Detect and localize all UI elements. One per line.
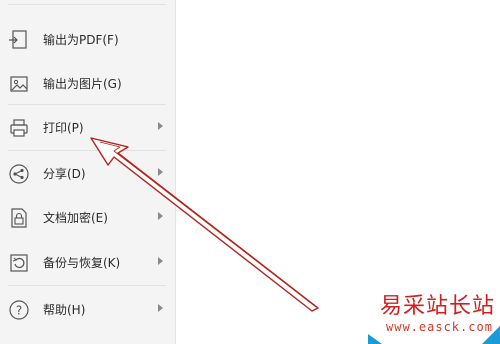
menu-item-label: 输出为图片(G) bbox=[43, 77, 122, 91]
menu-item-label: 打印(P) bbox=[43, 121, 84, 135]
file-menu-panel: 输出为PDF(F) 输出为图片(G) 打印(P) 分享(D) 文档加密(E) 备… bbox=[0, 0, 176, 344]
site-watermark: 易采站长站 www.easck.com bbox=[360, 286, 500, 344]
menu-item-label: 备份与恢复(K) bbox=[43, 256, 121, 270]
menu-item-export-pdf[interactable]: 输出为PDF(F) bbox=[0, 20, 175, 60]
menu-item-label: 输出为PDF(F) bbox=[43, 33, 119, 47]
menu-divider bbox=[8, 4, 166, 5]
printer-icon bbox=[8, 117, 30, 139]
menu-item-document-encrypt[interactable]: 文档加密(E) bbox=[0, 198, 175, 238]
chevron-right-icon bbox=[158, 304, 163, 312]
menu-item-export-image[interactable]: 输出为图片(G) bbox=[0, 64, 175, 104]
watermark-url: www.easck.com bbox=[386, 320, 493, 334]
document-encrypt-icon bbox=[8, 207, 30, 229]
watermark-corner-shape bbox=[482, 326, 500, 344]
chevron-right-icon bbox=[158, 168, 163, 176]
watermark-title: 易采站长站 bbox=[380, 294, 496, 319]
menu-item-share[interactable]: 分享(D) bbox=[0, 154, 175, 194]
export-image-icon bbox=[8, 73, 30, 95]
export-pdf-icon bbox=[8, 29, 30, 51]
backup-restore-icon bbox=[8, 252, 30, 274]
menu-item-help[interactable]: ? 帮助(H) bbox=[0, 290, 175, 330]
menu-divider bbox=[8, 150, 166, 151]
watermark-corner-shape bbox=[368, 334, 382, 344]
chevron-right-icon bbox=[158, 122, 163, 130]
share-icon bbox=[8, 163, 30, 185]
menu-divider bbox=[8, 104, 166, 105]
menu-item-label: 帮助(H) bbox=[43, 303, 86, 317]
menu-item-backup-restore[interactable]: 备份与恢复(K) bbox=[0, 243, 175, 283]
menu-item-label: 文档加密(E) bbox=[43, 211, 108, 225]
menu-divider bbox=[8, 285, 166, 286]
chevron-right-icon bbox=[158, 212, 163, 220]
chevron-right-icon bbox=[158, 257, 163, 265]
svg-text:?: ? bbox=[16, 304, 22, 318]
help-icon: ? bbox=[8, 299, 30, 321]
menu-item-label: 分享(D) bbox=[43, 167, 86, 181]
menu-item-print[interactable]: 打印(P) bbox=[0, 108, 175, 148]
